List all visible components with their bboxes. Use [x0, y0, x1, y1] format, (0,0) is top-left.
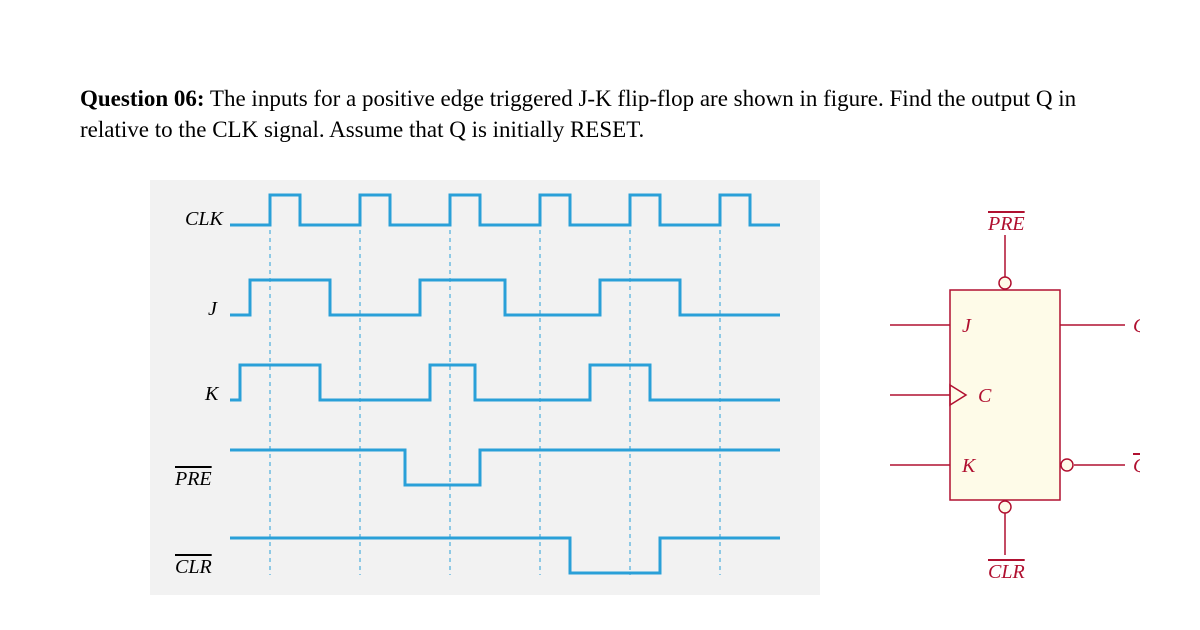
pre-bubble	[999, 277, 1011, 289]
j-label: J	[962, 315, 972, 337]
label-clr: CLR	[175, 556, 212, 578]
question-label: Question 06:	[80, 86, 205, 111]
clr-label: CLR	[988, 561, 1025, 583]
k-label: K	[961, 455, 977, 477]
diagram-area: CLK J K PRE CLR	[120, 175, 1120, 610]
label-clk: CLK	[185, 208, 224, 230]
question-text: Question 06: The inputs for a positive e…	[80, 83, 1120, 145]
label-j: J	[208, 298, 218, 320]
full-diagram: CLK J K PRE CLR	[120, 175, 1140, 605]
label-k: K	[204, 383, 220, 405]
qbar-label: Q	[1133, 455, 1140, 477]
pre-label: PRE	[987, 213, 1025, 235]
c-label: C	[978, 385, 992, 407]
question-body: The inputs for a positive edge triggered…	[80, 86, 1076, 142]
clr-bubble	[999, 501, 1011, 513]
q-label: Q	[1133, 315, 1140, 337]
panel-bg	[150, 180, 820, 595]
jk-flipflop-symbol: PRE CLR J C K Q	[890, 213, 1140, 583]
label-pre: PRE	[174, 468, 212, 490]
qbar-bubble	[1061, 459, 1073, 471]
